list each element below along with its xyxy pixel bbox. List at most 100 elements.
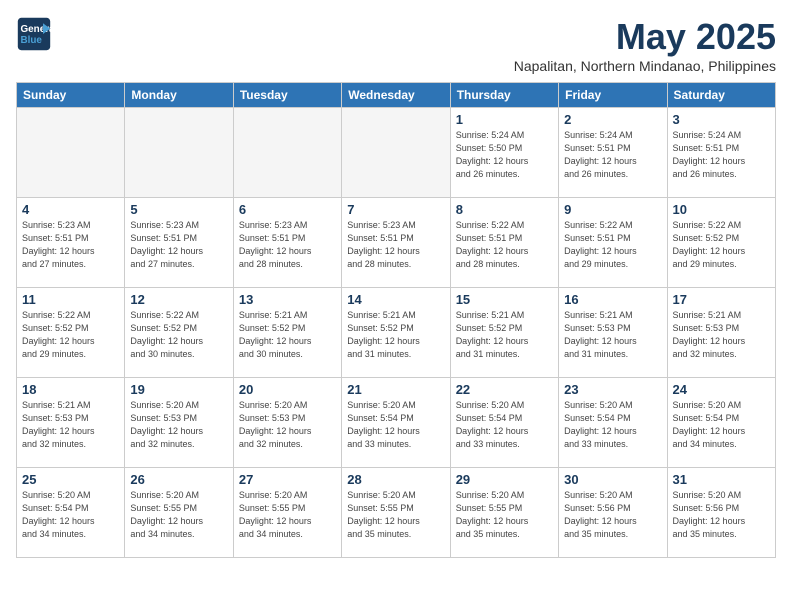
calendar-cell xyxy=(125,108,233,198)
day-number: 7 xyxy=(347,202,444,217)
day-info: Sunrise: 5:23 AM Sunset: 5:51 PM Dayligh… xyxy=(22,219,119,271)
weekday-header-saturday: Saturday xyxy=(667,83,775,108)
calendar-cell: 6 Sunrise: 5:23 AM Sunset: 5:51 PM Daylig… xyxy=(233,198,341,288)
day-info: Sunrise: 5:24 AM Sunset: 5:51 PM Dayligh… xyxy=(673,129,770,181)
logo: General Blue xyxy=(16,16,52,52)
day-number: 2 xyxy=(564,112,661,127)
weekday-header-row: SundayMondayTuesdayWednesdayThursdayFrid… xyxy=(17,83,776,108)
calendar-cell: 27 Sunrise: 5:20 AM Sunset: 5:55 PM Dayli… xyxy=(233,468,341,558)
day-number: 21 xyxy=(347,382,444,397)
day-info: Sunrise: 5:23 AM Sunset: 5:51 PM Dayligh… xyxy=(130,219,227,271)
day-info: Sunrise: 5:22 AM Sunset: 5:52 PM Dayligh… xyxy=(22,309,119,361)
calendar-cell: 30 Sunrise: 5:20 AM Sunset: 5:56 PM Dayli… xyxy=(559,468,667,558)
calendar-cell: 3 Sunrise: 5:24 AM Sunset: 5:51 PM Daylig… xyxy=(667,108,775,198)
calendar-cell: 24 Sunrise: 5:20 AM Sunset: 5:54 PM Dayli… xyxy=(667,378,775,468)
calendar-cell: 7 Sunrise: 5:23 AM Sunset: 5:51 PM Daylig… xyxy=(342,198,450,288)
day-info: Sunrise: 5:21 AM Sunset: 5:53 PM Dayligh… xyxy=(564,309,661,361)
day-number: 9 xyxy=(564,202,661,217)
calendar-cell: 22 Sunrise: 5:20 AM Sunset: 5:54 PM Dayli… xyxy=(450,378,558,468)
day-info: Sunrise: 5:24 AM Sunset: 5:50 PM Dayligh… xyxy=(456,129,553,181)
day-info: Sunrise: 5:20 AM Sunset: 5:54 PM Dayligh… xyxy=(564,399,661,451)
day-info: Sunrise: 5:21 AM Sunset: 5:52 PM Dayligh… xyxy=(347,309,444,361)
calendar-cell: 26 Sunrise: 5:20 AM Sunset: 5:55 PM Dayli… xyxy=(125,468,233,558)
calendar-cell: 8Sunrise: 5:22 AM Sunset: 5:51 PM Daylig… xyxy=(450,198,558,288)
calendar-body: 1 Sunrise: 5:24 AM Sunset: 5:50 PM Daylig… xyxy=(17,108,776,558)
day-info: Sunrise: 5:24 AM Sunset: 5:51 PM Dayligh… xyxy=(564,129,661,181)
day-number: 14 xyxy=(347,292,444,307)
day-number: 23 xyxy=(564,382,661,397)
day-info: Sunrise: 5:20 AM Sunset: 5:54 PM Dayligh… xyxy=(673,399,770,451)
day-number: 19 xyxy=(130,382,227,397)
day-info: Sunrise: 5:21 AM Sunset: 5:52 PM Dayligh… xyxy=(239,309,336,361)
calendar-cell: 28 Sunrise: 5:20 AM Sunset: 5:55 PM Dayli… xyxy=(342,468,450,558)
weekday-header-wednesday: Wednesday xyxy=(342,83,450,108)
month-title: May 2025 xyxy=(514,16,776,58)
day-number: 24 xyxy=(673,382,770,397)
weekday-header-sunday: Sunday xyxy=(17,83,125,108)
day-info: Sunrise: 5:22 AM Sunset: 5:51 PM Dayligh… xyxy=(564,219,661,271)
day-info: Sunrise: 5:23 AM Sunset: 5:51 PM Dayligh… xyxy=(239,219,336,271)
calendar-cell: 1 Sunrise: 5:24 AM Sunset: 5:50 PM Daylig… xyxy=(450,108,558,198)
day-number: 12 xyxy=(130,292,227,307)
day-number: 17 xyxy=(673,292,770,307)
calendar-cell: 5Sunrise: 5:23 AM Sunset: 5:51 PM Daylig… xyxy=(125,198,233,288)
day-info: Sunrise: 5:20 AM Sunset: 5:53 PM Dayligh… xyxy=(130,399,227,451)
calendar-cell xyxy=(342,108,450,198)
day-info: Sunrise: 5:21 AM Sunset: 5:52 PM Dayligh… xyxy=(456,309,553,361)
calendar-cell: 12 Sunrise: 5:22 AM Sunset: 5:52 PM Dayli… xyxy=(125,288,233,378)
day-info: Sunrise: 5:23 AM Sunset: 5:51 PM Dayligh… xyxy=(347,219,444,271)
calendar-week-4: 18Sunrise: 5:21 AM Sunset: 5:53 PM Dayli… xyxy=(17,378,776,468)
day-number: 22 xyxy=(456,382,553,397)
day-number: 25 xyxy=(22,472,119,487)
calendar-table: SundayMondayTuesdayWednesdayThursdayFrid… xyxy=(16,82,776,558)
day-number: 10 xyxy=(673,202,770,217)
day-number: 3 xyxy=(673,112,770,127)
day-number: 20 xyxy=(239,382,336,397)
location-subtitle: Napalitan, Northern Mindanao, Philippine… xyxy=(514,58,776,74)
day-number: 26 xyxy=(130,472,227,487)
day-number: 27 xyxy=(239,472,336,487)
calendar-cell: 18Sunrise: 5:21 AM Sunset: 5:53 PM Dayli… xyxy=(17,378,125,468)
day-number: 28 xyxy=(347,472,444,487)
day-number: 4 xyxy=(22,202,119,217)
calendar-cell: 13 Sunrise: 5:21 AM Sunset: 5:52 PM Dayli… xyxy=(233,288,341,378)
weekday-header-monday: Monday xyxy=(125,83,233,108)
day-info: Sunrise: 5:20 AM Sunset: 5:54 PM Dayligh… xyxy=(22,489,119,541)
svg-text:Blue: Blue xyxy=(21,35,43,46)
day-info: Sunrise: 5:22 AM Sunset: 5:52 PM Dayligh… xyxy=(130,309,227,361)
day-info: Sunrise: 5:20 AM Sunset: 5:55 PM Dayligh… xyxy=(130,489,227,541)
calendar-cell: 17 Sunrise: 5:21 AM Sunset: 5:53 PM Dayli… xyxy=(667,288,775,378)
calendar-week-1: 1 Sunrise: 5:24 AM Sunset: 5:50 PM Daylig… xyxy=(17,108,776,198)
calendar-cell: 10Sunrise: 5:22 AM Sunset: 5:52 PM Dayli… xyxy=(667,198,775,288)
day-info: Sunrise: 5:20 AM Sunset: 5:55 PM Dayligh… xyxy=(239,489,336,541)
day-info: Sunrise: 5:20 AM Sunset: 5:56 PM Dayligh… xyxy=(673,489,770,541)
day-info: Sunrise: 5:20 AM Sunset: 5:55 PM Dayligh… xyxy=(347,489,444,541)
day-info: Sunrise: 5:20 AM Sunset: 5:56 PM Dayligh… xyxy=(564,489,661,541)
weekday-header-tuesday: Tuesday xyxy=(233,83,341,108)
weekday-header-thursday: Thursday xyxy=(450,83,558,108)
calendar-week-3: 11Sunrise: 5:22 AM Sunset: 5:52 PM Dayli… xyxy=(17,288,776,378)
calendar-cell: 2 Sunrise: 5:24 AM Sunset: 5:51 PM Daylig… xyxy=(559,108,667,198)
day-number: 15 xyxy=(456,292,553,307)
calendar-cell: 19 Sunrise: 5:20 AM Sunset: 5:53 PM Dayli… xyxy=(125,378,233,468)
calendar-cell: 23 Sunrise: 5:20 AM Sunset: 5:54 PM Dayli… xyxy=(559,378,667,468)
title-block: May 2025 Napalitan, Northern Mindanao, P… xyxy=(514,16,776,74)
calendar-cell: 25 Sunrise: 5:20 AM Sunset: 5:54 PM Dayli… xyxy=(17,468,125,558)
day-info: Sunrise: 5:20 AM Sunset: 5:54 PM Dayligh… xyxy=(456,399,553,451)
day-number: 13 xyxy=(239,292,336,307)
calendar-cell: 9 Sunrise: 5:22 AM Sunset: 5:51 PM Daylig… xyxy=(559,198,667,288)
page-header: General Blue May 2025 Napalitan, Norther… xyxy=(16,16,776,74)
day-number: 18 xyxy=(22,382,119,397)
day-number: 6 xyxy=(239,202,336,217)
day-info: Sunrise: 5:21 AM Sunset: 5:53 PM Dayligh… xyxy=(673,309,770,361)
calendar-cell xyxy=(233,108,341,198)
day-number: 1 xyxy=(456,112,553,127)
logo-icon: General Blue xyxy=(16,16,52,52)
day-number: 29 xyxy=(456,472,553,487)
calendar-cell: 15 Sunrise: 5:21 AM Sunset: 5:52 PM Dayli… xyxy=(450,288,558,378)
day-number: 30 xyxy=(564,472,661,487)
calendar-cell xyxy=(17,108,125,198)
calendar-cell: 21Sunrise: 5:20 AM Sunset: 5:54 PM Dayli… xyxy=(342,378,450,468)
day-info: Sunrise: 5:22 AM Sunset: 5:51 PM Dayligh… xyxy=(456,219,553,271)
calendar-cell: 31Sunrise: 5:20 AM Sunset: 5:56 PM Dayli… xyxy=(667,468,775,558)
